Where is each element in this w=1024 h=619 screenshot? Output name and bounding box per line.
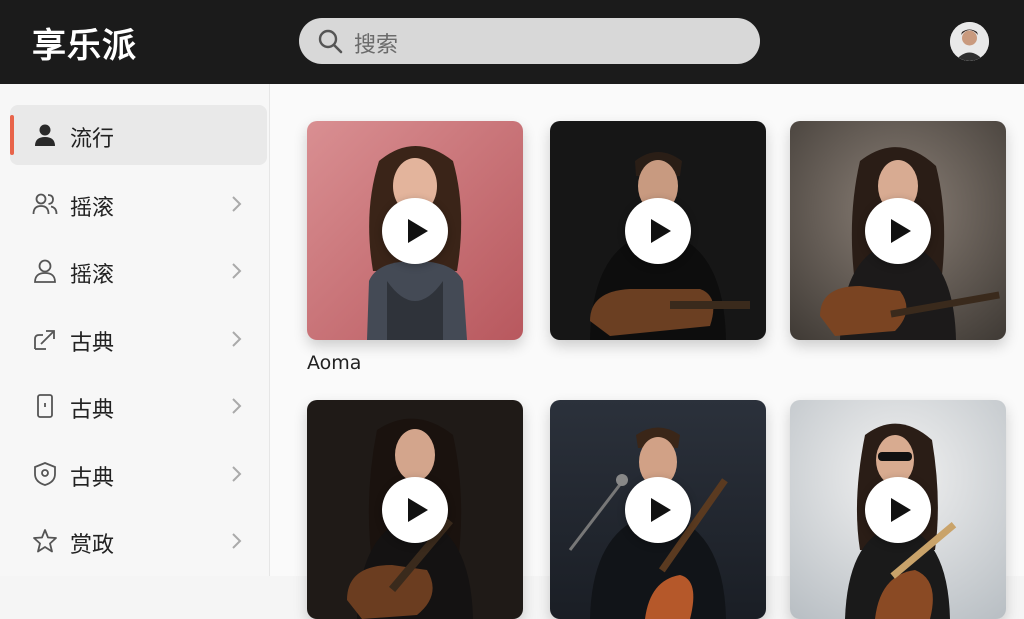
- users-icon: [32, 193, 58, 215]
- music-card[interactable]: [790, 400, 1006, 619]
- search-icon: [318, 29, 343, 54]
- device-icon: [37, 394, 53, 418]
- play-button[interactable]: [625, 197, 691, 264]
- top-bar: 享乐派 搜索: [0, 0, 1024, 84]
- play-button[interactable]: [382, 476, 448, 543]
- sidebar-item-label: 摇滚: [70, 196, 115, 221]
- star-icon: [33, 529, 57, 553]
- chevron-right-icon: [232, 533, 242, 549]
- sidebar-item-classical[interactable]: 古典: [10, 309, 267, 369]
- user-outline-icon: [34, 259, 56, 283]
- music-card[interactable]: [307, 121, 523, 340]
- user-icon: [35, 124, 55, 146]
- search-bar[interactable]: 搜索: [299, 18, 760, 64]
- play-button[interactable]: [865, 476, 931, 543]
- sidebar-item-label: 摇滚: [70, 263, 115, 288]
- sidebar-item-reward[interactable]: 赏政: [10, 511, 267, 571]
- music-card[interactable]: [307, 400, 523, 619]
- sidebar-item-label: 赏政: [70, 533, 115, 558]
- music-card[interactable]: [550, 400, 766, 619]
- app-logo[interactable]: 享乐派: [32, 18, 137, 67]
- sidebar-item-label: 古典: [70, 466, 115, 491]
- sidebar-item-classical-2[interactable]: 古典: [10, 376, 267, 436]
- search-input[interactable]: 搜索: [354, 27, 398, 59]
- music-card[interactable]: [550, 121, 766, 340]
- share-icon: [34, 330, 55, 350]
- chevron-right-icon: [232, 466, 242, 482]
- music-card[interactable]: [790, 121, 1006, 340]
- sidebar-item-pop[interactable]: 流行: [10, 105, 267, 165]
- sidebar-item-label: 古典: [70, 398, 115, 423]
- sidebar-item-rock-2[interactable]: 摇滚: [10, 241, 267, 301]
- chevron-right-icon: [232, 331, 242, 347]
- sidebar-item-rock[interactable]: 摇滚: [10, 174, 267, 234]
- avatar[interactable]: [950, 22, 989, 61]
- chevron-right-icon: [232, 196, 242, 212]
- play-button[interactable]: [625, 476, 691, 543]
- sidebar: 流行 摇滚 摇滚 古典 古典 古典 赏政: [0, 84, 270, 576]
- shield-icon: [34, 462, 56, 486]
- chevron-right-icon: [232, 398, 242, 414]
- sidebar-item-classical-3[interactable]: 古典: [10, 444, 267, 504]
- card-caption: Aoma: [307, 352, 362, 374]
- chevron-right-icon: [232, 263, 242, 279]
- play-button[interactable]: [382, 197, 448, 264]
- play-button[interactable]: [865, 197, 931, 264]
- sidebar-item-label: 古典: [70, 331, 115, 356]
- sidebar-item-label: 流行: [70, 127, 115, 152]
